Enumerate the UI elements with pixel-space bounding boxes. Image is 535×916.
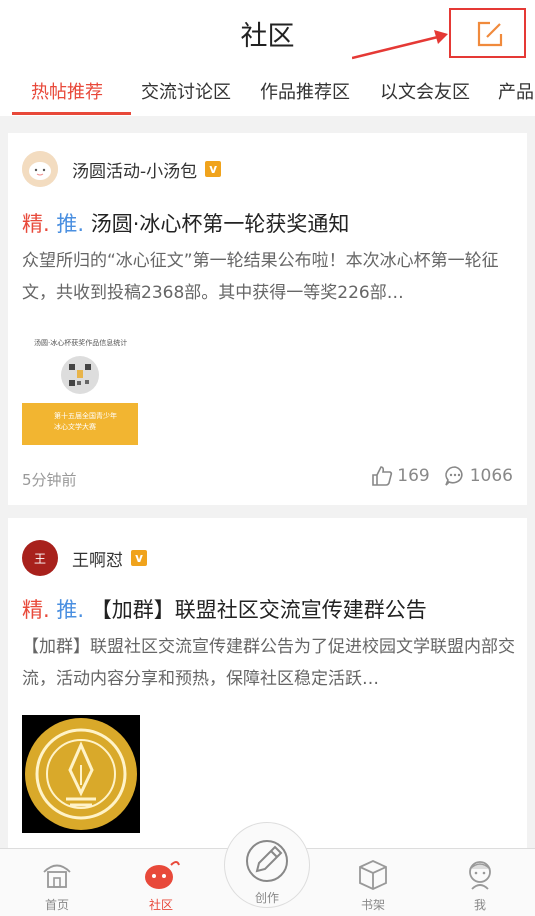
bookshelf-icon bbox=[359, 860, 387, 890]
home-icon bbox=[43, 864, 71, 888]
recommend-tag: 推. bbox=[56, 598, 85, 622]
featured-tag: 精. bbox=[22, 212, 50, 236]
verified-badge: v bbox=[131, 550, 147, 566]
thumbs-up-icon[interactable] bbox=[371, 465, 393, 487]
verified-badge: v bbox=[205, 161, 222, 177]
author-name[interactable]: 王啊怼 bbox=[72, 546, 123, 571]
tab-friends[interactable]: 以文会友区 bbox=[380, 78, 470, 104]
post-card[interactable]: 汤圆活动-小汤包 v 精. 推. 汤圆·冰心杯第一轮获奖通知 众望所归的“冰心征… bbox=[8, 133, 527, 505]
recommend-tag: 推. bbox=[56, 212, 85, 236]
post-excerpt[interactable]: 众望所归的“冰心征文”第一轮结果公布啦！本次冰心杯第一轮征文，共收到投稿2368… bbox=[22, 245, 517, 309]
post-title[interactable]: 精. 推. 汤圆·冰心杯第一轮获奖通知 bbox=[22, 208, 349, 238]
post-time: 5分钟前 bbox=[22, 471, 77, 489]
nav-me-label: 我 bbox=[473, 898, 486, 912]
comment-icon[interactable] bbox=[444, 465, 466, 487]
banner-line-1: 第十五届全国青少年 bbox=[54, 412, 117, 420]
contest-banner: 第十五届全国青少年 冰心文学大赛 bbox=[22, 403, 138, 445]
tab-discussion[interactable]: 交流讨论区 bbox=[141, 78, 231, 104]
post-thumbnail[interactable] bbox=[22, 715, 140, 833]
author-name[interactable]: 汤圆活动-小汤包 bbox=[72, 157, 197, 182]
qr-code-icon bbox=[61, 356, 99, 394]
category-tabs: 热帖推荐 交流讨论区 作品推荐区 以文会友区 产品 bbox=[0, 66, 535, 116]
active-tab-indicator bbox=[12, 112, 131, 115]
avatar[interactable]: 王 bbox=[22, 540, 58, 576]
nav-community[interactable]: 社区 bbox=[131, 857, 191, 913]
banner-line-2: 冰心文学大赛 bbox=[54, 423, 96, 431]
annotation-arrow-icon bbox=[352, 30, 448, 60]
thumbnail-caption: 汤圆·冰心杯获奖作品信息统计 bbox=[34, 339, 128, 347]
post-card[interactable]: 王 王啊怼 v 精. 推. 【加群】联盟社区交流宣传建群公告 【加群】联盟社区交… bbox=[8, 518, 527, 848]
nav-community-label: 社区 bbox=[148, 898, 173, 912]
nav-home[interactable]: 首页 bbox=[27, 857, 87, 913]
nav-bookshelf[interactable]: 书架 bbox=[343, 857, 403, 913]
post-stats: 169 1066 bbox=[371, 465, 513, 487]
comment-count: 1066 bbox=[469, 466, 513, 486]
compose-button[interactable] bbox=[449, 8, 526, 58]
tab-product[interactable]: 产品 bbox=[498, 78, 534, 104]
edit-icon bbox=[477, 21, 503, 47]
post-author[interactable]: 王 王啊怼 v bbox=[22, 540, 147, 576]
post-title[interactable]: 精. 推. 【加群】联盟社区交流宣传建群公告 bbox=[22, 594, 427, 624]
fountain-pen-emblem-icon bbox=[25, 718, 137, 830]
avatar[interactable] bbox=[22, 151, 58, 187]
tab-works-recommend[interactable]: 作品推荐区 bbox=[260, 78, 350, 104]
top-header: 社区 bbox=[0, 0, 535, 66]
nav-me[interactable]: 我 bbox=[450, 857, 510, 913]
profile-icon bbox=[469, 861, 491, 890]
community-icon bbox=[145, 861, 180, 889]
featured-tag: 精. bbox=[22, 598, 50, 622]
avatar-text: 王 bbox=[33, 551, 46, 566]
post-thumbnail[interactable]: 汤圆·冰心杯获奖作品信息统计 第十五届全国青少年 冰心文学大赛 bbox=[22, 335, 138, 447]
post-excerpt[interactable]: 【加群】联盟社区交流宣传建群公告为了促进校园文学联盟内部交流，活动内容分享和预热… bbox=[22, 631, 517, 695]
post-meta: 5分钟前 169 1066 bbox=[22, 466, 513, 490]
nav-home-label: 首页 bbox=[44, 898, 69, 912]
tab-hot-posts[interactable]: 热帖推荐 bbox=[31, 78, 103, 104]
dumpling-avatar-icon bbox=[22, 151, 58, 187]
like-count: 169 bbox=[397, 466, 430, 486]
post-author[interactable]: 汤圆活动-小汤包 v bbox=[22, 151, 222, 187]
nav-bookshelf-label: 书架 bbox=[360, 898, 385, 912]
post-title-text: 【加群】联盟社区交流宣传建群公告 bbox=[90, 598, 427, 622]
pen-icon bbox=[246, 840, 288, 882]
nav-create-label: 创作 bbox=[254, 891, 279, 905]
post-title-text: 汤圆·冰心杯第一轮获奖通知 bbox=[90, 212, 350, 236]
